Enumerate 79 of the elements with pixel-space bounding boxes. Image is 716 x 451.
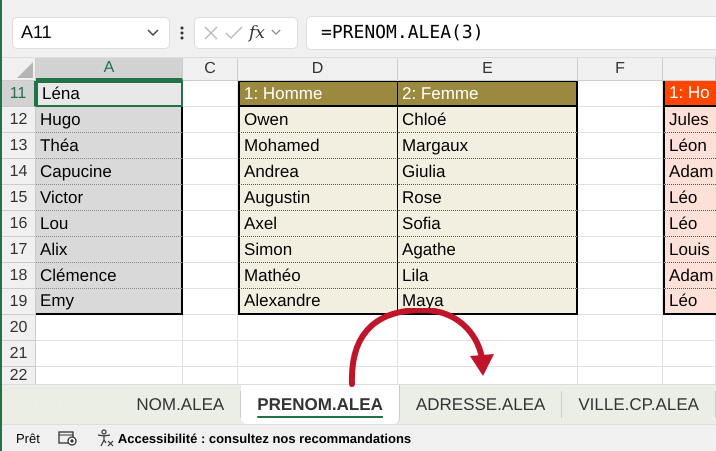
empty-cell[interactable] bbox=[398, 315, 578, 341]
empty-cell[interactable] bbox=[183, 341, 238, 367]
empty-cell[interactable] bbox=[578, 315, 663, 341]
empty-cell[interactable] bbox=[238, 341, 398, 367]
formula-field[interactable]: =PRENOM.ALEA(3) bbox=[306, 16, 716, 50]
column-header[interactable] bbox=[663, 58, 716, 81]
accessibility-icon[interactable] bbox=[96, 429, 114, 447]
cancel-icon[interactable] bbox=[203, 24, 219, 40]
confirm-icon[interactable] bbox=[225, 26, 243, 40]
column-header[interactable]: A bbox=[36, 58, 183, 81]
empty-cell[interactable] bbox=[183, 315, 238, 341]
table-cell: Clémence bbox=[40, 266, 117, 286]
table-cell: Adam bbox=[669, 266, 714, 286]
table-cell: Emy bbox=[40, 291, 74, 311]
row-header[interactable]: 16 bbox=[2, 211, 36, 237]
insert-function-button[interactable]: fx bbox=[249, 22, 265, 42]
sheet-tab[interactable]: VILLE.CP.ALEA bbox=[562, 391, 716, 418]
row-header[interactable]: 14 bbox=[2, 159, 36, 185]
empty-cell[interactable] bbox=[663, 341, 716, 367]
row-header[interactable]: 13 bbox=[2, 133, 36, 159]
table-cell: Sofia bbox=[402, 214, 441, 234]
table-cell: 1: Homme bbox=[244, 84, 322, 104]
table-cell: 1: Ho bbox=[669, 83, 710, 103]
empty-cell[interactable] bbox=[578, 341, 663, 367]
table-cell: Giulia bbox=[402, 162, 446, 182]
table-cell: Théa bbox=[40, 136, 79, 156]
table-cell: Jules bbox=[669, 110, 709, 130]
table-cell: Léo bbox=[669, 291, 698, 311]
status-text: Prêt bbox=[16, 430, 40, 446]
table-cell: Alexandre bbox=[244, 291, 321, 311]
empty-cell[interactable] bbox=[238, 315, 398, 341]
sheet-tab[interactable]: ADRESSE.ALEA bbox=[400, 391, 562, 418]
table-cell: Margaux bbox=[402, 136, 468, 156]
row-header[interactable]: 20 bbox=[2, 315, 36, 341]
row-header[interactable]: 22 bbox=[2, 367, 36, 384]
chevron-icon bbox=[270, 29, 281, 36]
table-cell: Maya bbox=[402, 291, 444, 311]
row-header[interactable]: 18 bbox=[2, 263, 36, 289]
table-cell: Agathe bbox=[402, 240, 456, 260]
table-cell: Louis bbox=[669, 240, 710, 260]
select-all-icon[interactable] bbox=[17, 62, 33, 78]
table-cell: Chloé bbox=[402, 110, 446, 130]
table-cell: Lila bbox=[402, 266, 428, 286]
row-header[interactable]: 12 bbox=[2, 107, 36, 133]
sheet-tab[interactable]: PRENOM.ALEA bbox=[241, 385, 400, 424]
name-box[interactable]: A11 bbox=[12, 16, 170, 48]
empty-cell[interactable] bbox=[663, 315, 716, 341]
chevron-icon bbox=[147, 28, 159, 36]
column-header[interactable]: E bbox=[398, 58, 578, 81]
table-cell: Victor bbox=[40, 188, 84, 208]
table-cell: Lou bbox=[40, 214, 68, 234]
row-header[interactable]: 17 bbox=[2, 237, 36, 263]
table-cell: Simon bbox=[244, 240, 292, 260]
table-cell: Mathéo bbox=[244, 266, 301, 286]
column-header[interactable]: C bbox=[183, 58, 238, 81]
table-cell: Léon bbox=[669, 136, 707, 156]
column-header[interactable]: D bbox=[238, 58, 398, 81]
table-cell: Léo bbox=[669, 188, 698, 208]
table-cell: Axel bbox=[244, 214, 278, 234]
table-cell: Andrea bbox=[244, 162, 299, 182]
table-cell: Léo bbox=[669, 214, 698, 234]
more-icon[interactable] bbox=[180, 26, 184, 40]
table-cell: Owen bbox=[244, 110, 288, 130]
row-header[interactable]: 19 bbox=[2, 289, 36, 315]
accessibility-status[interactable]: Accessibilité : consultez nos recommandations bbox=[118, 430, 412, 446]
row-header[interactable]: 11 bbox=[2, 81, 36, 107]
macro-recording-icon[interactable] bbox=[58, 430, 78, 446]
table-cell: Alix bbox=[40, 240, 68, 260]
table-cell: Rose bbox=[402, 188, 442, 208]
table-cell: 2: Femme bbox=[402, 84, 479, 104]
table-cell: Augustin bbox=[244, 188, 310, 208]
row-header[interactable]: 15 bbox=[2, 185, 36, 211]
table-cell: Léna bbox=[42, 84, 80, 104]
table-cell: Hugo bbox=[40, 110, 81, 130]
row-header[interactable]: 21 bbox=[2, 341, 36, 367]
table-cell: Mohamed bbox=[244, 136, 320, 156]
table-cell: Adam bbox=[669, 162, 714, 182]
column-header[interactable]: F bbox=[578, 58, 663, 81]
table-cell: Capucine bbox=[40, 162, 112, 182]
